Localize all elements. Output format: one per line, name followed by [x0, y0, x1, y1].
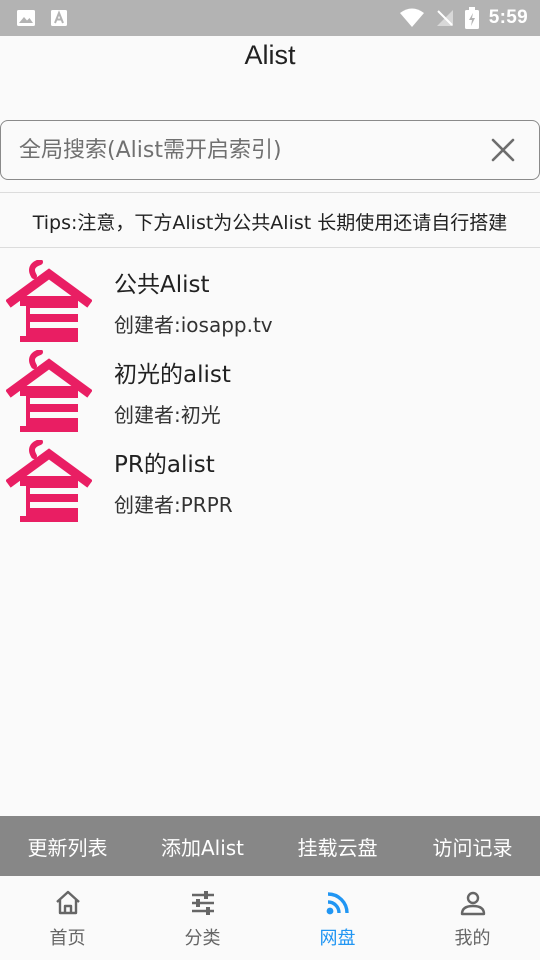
alist-house-logo-icon	[6, 350, 92, 432]
text-a-icon	[51, 10, 67, 26]
status-bar: 5:59	[0, 0, 540, 36]
bottom-nav: 首页 分类 网盘 我的	[0, 876, 540, 960]
wifi-icon	[399, 8, 424, 27]
page-title: Alist	[244, 40, 296, 70]
alist-house-logo-icon	[6, 260, 92, 342]
nav-netdisk-label: 网盘	[319, 928, 356, 949]
nav-home[interactable]: 首页	[0, 876, 135, 960]
item-name: 初光的alist	[114, 362, 231, 388]
search-box[interactable]	[0, 120, 540, 180]
search-input[interactable]	[19, 137, 483, 163]
person-icon	[460, 891, 485, 916]
item-creator: 创建者:初光	[114, 403, 221, 427]
status-time: 5:59	[488, 7, 528, 28]
nav-netdisk[interactable]: 网盘	[270, 876, 405, 960]
nav-category-label: 分类	[184, 928, 221, 949]
action-bar: 更新列表 添加Alist 挂载云盘 访问记录	[0, 816, 540, 876]
list-item[interactable]: PR的alist 创建者:PRPR	[0, 440, 540, 530]
nav-home-label: 首页	[49, 928, 86, 949]
rss-icon	[326, 892, 349, 915]
alist-list: 公共Alist 创建者:iosapp.tv 初光的alist 创建者:初光 PR	[0, 260, 540, 530]
clear-search-button[interactable]	[483, 130, 523, 170]
update-list-button[interactable]: 更新列表	[0, 832, 135, 861]
nav-category[interactable]: 分类	[135, 876, 270, 960]
history-button[interactable]: 访问记录	[405, 832, 540, 861]
nav-mine-label: 我的	[454, 928, 491, 949]
close-icon	[491, 138, 515, 162]
item-creator: 创建者:iosapp.tv	[114, 313, 273, 337]
alist-house-logo-icon	[6, 440, 92, 522]
home-icon	[55, 890, 80, 915]
item-creator: 创建者:PRPR	[114, 493, 233, 517]
sliders-icon	[191, 891, 214, 915]
no-signal-icon	[436, 10, 453, 26]
tips-text: Tips:注意，下方Alist为公共Alist 长期使用还请自行搭建	[32, 211, 508, 234]
nav-mine[interactable]: 我的	[405, 876, 540, 960]
battery-charging-icon	[464, 7, 479, 29]
divider-bottom	[0, 247, 540, 248]
item-name: 公共Alist	[114, 272, 210, 298]
list-item[interactable]: 初光的alist 创建者:初光	[0, 350, 540, 440]
mount-cloud-button[interactable]: 挂载云盘	[270, 832, 405, 861]
list-item[interactable]: 公共Alist 创建者:iosapp.tv	[0, 260, 540, 350]
add-alist-button[interactable]: 添加Alist	[135, 832, 270, 861]
item-name: PR的alist	[114, 452, 215, 478]
divider-top	[0, 192, 540, 193]
image-icon	[17, 10, 35, 26]
